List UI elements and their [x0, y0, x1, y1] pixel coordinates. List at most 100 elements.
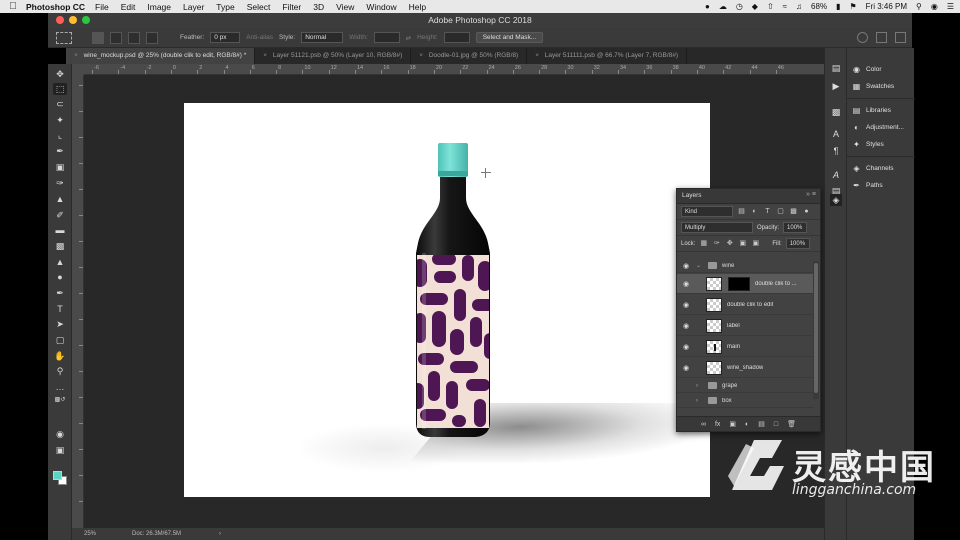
fill-input[interactable]: 100% [785, 238, 810, 249]
stamp-tool-icon[interactable]: ▲ [53, 193, 67, 205]
more-tools-icon[interactable]: … [53, 381, 67, 393]
visibility-eye-icon[interactable]: ◉ [680, 397, 692, 405]
filter-kind-select[interactable]: Kind [681, 206, 733, 217]
layer-label[interactable]: ◉ label [677, 316, 814, 336]
layers-panel-title[interactable]: Layers [682, 192, 702, 199]
screen-mode-icon[interactable]: ▣ [53, 444, 67, 456]
dropbox-icon[interactable]: ◆ [752, 2, 758, 11]
pen-tool-icon[interactable]: ✒ [53, 287, 67, 299]
lock-transparent-icon[interactable]: ▦ [699, 239, 708, 248]
wifi-icon[interactable]: ≈ [783, 2, 787, 11]
lock-position-icon[interactable]: ✥ [725, 239, 734, 248]
notification-icon[interactable]: ☰ [947, 2, 954, 11]
style-select[interactable]: Normal [301, 32, 344, 43]
horizontal-ruler[interactable]: -6 -4 -2 0 2 4 6 8 10 12 14 16 18 20 22 24 26 28 30 32 34 36 3… [84, 64, 824, 75]
zoom-window-button[interactable] [82, 16, 90, 24]
blend-mode-select[interactable]: Multiply [681, 222, 753, 233]
dodge-tool-icon[interactable]: ● [53, 271, 67, 283]
filter-shape-icon[interactable]: ▢ [776, 207, 785, 216]
eraser-tool-icon[interactable]: ▬ [53, 224, 67, 236]
marquee-tool-icon[interactable]: ⬚ [53, 83, 67, 95]
creative-cloud-icon[interactable]: ☁ [719, 2, 727, 11]
menu-window[interactable]: Window [366, 2, 396, 12]
collapse-caret-icon[interactable]: › [696, 383, 704, 389]
quick-select-tool-icon[interactable]: ✦ [53, 114, 67, 126]
adjustment-layer-icon[interactable]: ◐ [745, 421, 749, 428]
apple-icon[interactable]:  [0, 1, 26, 12]
scroll-thumb[interactable] [814, 263, 818, 393]
menu-help[interactable]: Help [409, 2, 426, 12]
blur-tool-icon[interactable]: ▲ [53, 256, 67, 268]
layer-thumbnail[interactable] [706, 339, 722, 354]
menu-edit[interactable]: Edit [121, 2, 136, 12]
layers-scrollbar[interactable] [813, 261, 819, 399]
document-canvas[interactable] [184, 103, 730, 497]
zoom-tool-icon[interactable]: ⚲ [53, 365, 67, 377]
eyedropper-tool-icon[interactable]: ✒ [53, 145, 67, 157]
height-input[interactable] [443, 32, 470, 43]
tab-wine-mockup[interactable]: × wine_mockup.psd @ 25% (double clik to … [66, 48, 256, 64]
visibility-eye-icon[interactable]: ◉ [680, 364, 692, 372]
filter-toggle-icon[interactable]: ● [802, 207, 811, 216]
flag-icon[interactable]: ⚑ [849, 2, 856, 11]
properties-icon[interactable]: ▩ [830, 106, 842, 118]
healing-tool-icon[interactable]: ▣ [53, 161, 67, 173]
close-tab-icon[interactable]: × [74, 52, 78, 59]
search-icon[interactable] [857, 32, 868, 43]
close-window-button[interactable] [56, 16, 64, 24]
filter-adjustment-icon[interactable]: ◐ [750, 207, 759, 216]
swap-icon[interactable]: ⇄ [406, 34, 411, 42]
layer-group-wine[interactable]: ◉ ⌄ wine [677, 259, 814, 273]
history-icon[interactable]: ▤ [830, 62, 842, 74]
brush-tool-icon[interactable]: ✑ [53, 177, 67, 189]
panel-menu-icon[interactable]: » ≡ [806, 191, 816, 198]
expand-caret-icon[interactable]: ⌄ [696, 262, 704, 269]
move-tool-icon[interactable]: ✥ [53, 68, 67, 80]
visibility-eye-icon[interactable]: ◉ [680, 262, 692, 270]
clock[interactable]: Fri 3:46 PM [866, 2, 907, 11]
layer-group-grape[interactable]: ◉ › grape [677, 379, 814, 393]
lock-all-icon[interactable]: ▣ [751, 239, 760, 248]
zoom-level[interactable]: 25% [84, 531, 132, 537]
close-tab-icon[interactable]: × [263, 52, 267, 59]
panel-swatches[interactable]: ▦ Swatches [852, 82, 894, 91]
menu-filter[interactable]: Filter [282, 2, 301, 12]
select-and-mask-button[interactable]: Select and Mask... [475, 32, 544, 43]
ruler-origin[interactable] [72, 64, 84, 75]
paragraph-icon[interactable]: ¶ [830, 145, 842, 157]
history-brush-icon[interactable]: ✐ [53, 209, 67, 221]
lock-artboard-icon[interactable]: ▣ [738, 239, 747, 248]
feather-input[interactable]: 0 px [210, 32, 241, 43]
panel-adjustments[interactable]: ◐ Adjustment... [852, 123, 904, 132]
panel-libraries[interactable]: ▤ Libraries [852, 106, 891, 115]
panel-paths[interactable]: ✒ Paths [852, 181, 882, 190]
foreground-color-swatch[interactable] [53, 471, 62, 480]
quick-mask-icon[interactable]: ◉ [53, 428, 67, 440]
layer-thumbnail[interactable] [706, 297, 722, 312]
menu-file[interactable]: File [95, 2, 109, 12]
visibility-eye-icon[interactable]: ◉ [680, 322, 692, 330]
add-selection-button[interactable] [110, 31, 122, 44]
default-colors-icon[interactable]: ▩↺ [53, 394, 67, 406]
filter-smart-icon[interactable]: ▩ [789, 207, 798, 216]
status-arrow-icon[interactable]: › [219, 531, 221, 537]
panel-color[interactable]: ◉ Color [852, 65, 882, 74]
visibility-eye-icon[interactable]: ◉ [680, 301, 692, 309]
app-menu[interactable]: Photoshop CC [26, 2, 85, 12]
anti-alias-checkbox[interactable]: Anti-alias [246, 34, 273, 41]
minimize-window-button[interactable] [69, 16, 77, 24]
workspace-icon[interactable] [876, 32, 887, 43]
path-select-tool-icon[interactable]: ➤ [53, 318, 67, 330]
layer-group-box[interactable]: ◉ › box [677, 394, 814, 408]
collapse-caret-icon[interactable]: › [696, 398, 704, 404]
add-mask-icon[interactable]: ▣ [729, 420, 736, 428]
user-icon[interactable]: ◉ [931, 2, 938, 11]
actions-play-icon[interactable]: ▶ [830, 80, 842, 92]
lasso-tool-icon[interactable]: ⊂ [53, 98, 67, 110]
new-group-icon[interactable]: ▤ [758, 420, 765, 428]
tab-layer-51121[interactable]: × Layer 51121.psb @ 50% (Layer 10, RGB/8… [255, 48, 412, 64]
wine-bottle[interactable] [184, 103, 710, 497]
timemachine-icon[interactable]: ◷ [736, 2, 743, 11]
close-tab-icon[interactable]: × [535, 52, 539, 59]
menu-type[interactable]: Type [216, 2, 234, 12]
